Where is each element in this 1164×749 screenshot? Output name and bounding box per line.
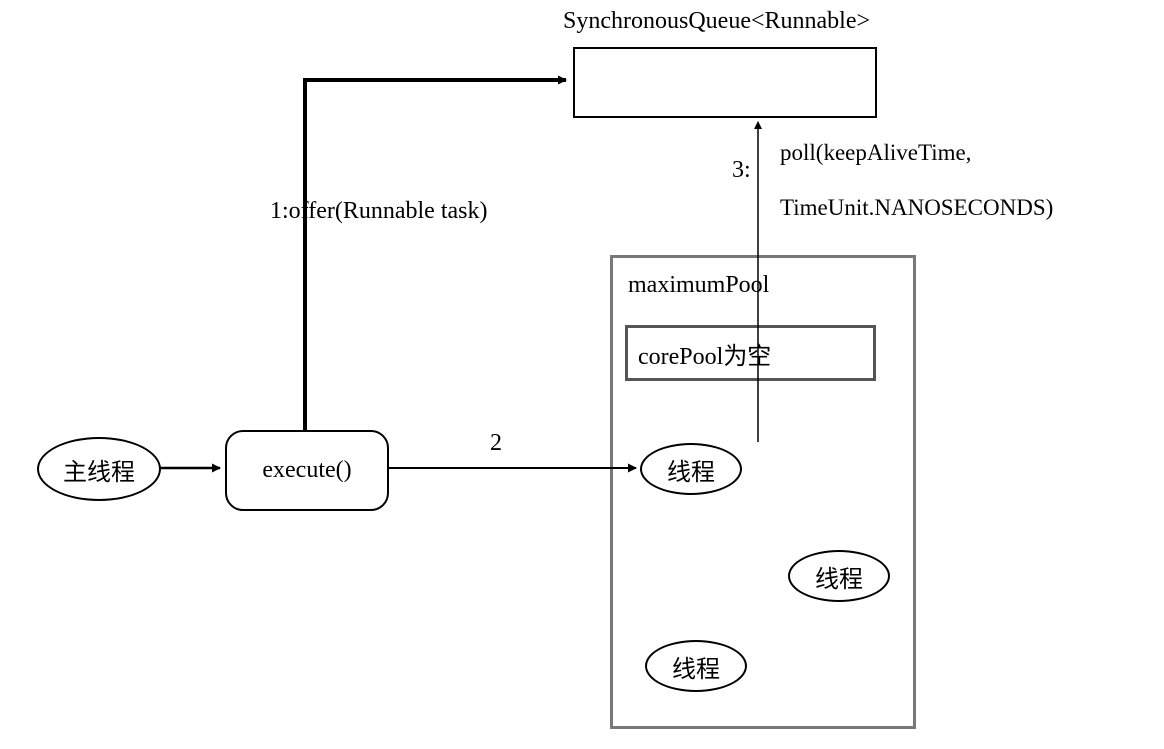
arrow-label-offer: 1:offer(Runnable task) xyxy=(270,198,488,225)
main-thread-node: 主线程 xyxy=(37,437,161,501)
arrow-label-poll-line2: TimeUnit.NANOSECONDS) xyxy=(780,195,1053,221)
arrow-execute-to-queue xyxy=(305,80,566,430)
execute-label: execute() xyxy=(262,457,351,484)
execute-node: execute() xyxy=(225,430,389,511)
core-pool-box: corePool为空 xyxy=(625,325,876,381)
arrow-label-three: 3: xyxy=(732,157,751,184)
arrow-label-two: 2 xyxy=(490,430,502,457)
thread-node-2: 线程 xyxy=(788,550,890,602)
main-thread-label: 主线程 xyxy=(63,452,135,487)
arrow-label-poll-line1: poll(keepAliveTime, xyxy=(780,140,971,166)
thread-node-3: 线程 xyxy=(645,640,747,692)
thread-label-2: 线程 xyxy=(815,559,863,594)
thread-label-1: 线程 xyxy=(667,452,715,487)
thread-label-3: 线程 xyxy=(672,649,720,684)
diagram-canvas: SynchronousQueue<Runnable> 主线程 execute()… xyxy=(0,0,1164,749)
core-pool-label: corePool为空 xyxy=(638,336,771,371)
thread-node-1: 线程 xyxy=(640,443,742,495)
synchronous-queue-box xyxy=(573,47,877,118)
maximum-pool-title: maximumPool xyxy=(628,272,769,299)
queue-title-label: SynchronousQueue<Runnable> xyxy=(563,8,870,35)
